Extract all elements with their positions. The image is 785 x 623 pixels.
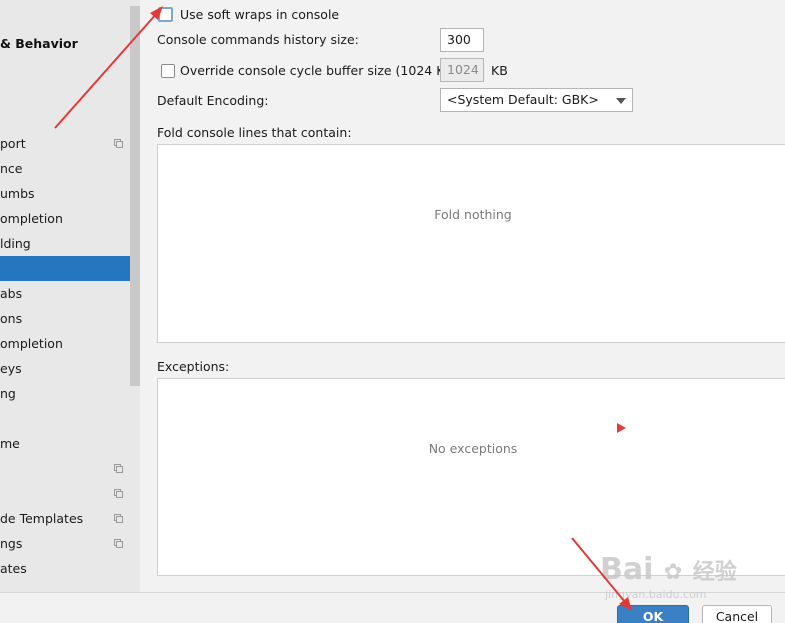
override-buffer-label[interactable]: Override console cycle buffer size (1024… [180,63,458,78]
sidebar-item[interactable]: ons [0,306,140,331]
soft-wraps-checkbox[interactable] [158,7,173,22]
fold-label: Fold console lines that contain: [157,125,352,140]
settings-sidebar: & Behavior port nce umbs ompletion lding abs o… [0,0,140,592]
sidebar-item-label: ompletion [0,336,63,351]
watermark-brand-text: Bai [600,552,654,587]
sidebar-item-label: abs [0,286,23,301]
sidebar-item[interactable]: ompletion [0,206,140,231]
sidebar-item[interactable]: me [0,431,140,456]
sidebar-item-label: lding [0,236,31,251]
sidebar-item[interactable]: lding [0,231,140,256]
watermark-brand2-text: 经验 [692,560,737,585]
sidebar-item-label: de Templates [0,511,84,526]
copy-icon [114,139,123,148]
paw-icon: ✿ [663,560,683,585]
sidebar-item-label: nce [0,161,23,176]
buffer-unit-label: KB [491,63,508,78]
exceptions-empty-text: No exceptions [428,441,518,456]
sidebar-item[interactable]: de Templates [0,506,140,531]
fold-list-panel[interactable]: Fold nothing [157,144,785,343]
sidebar-item[interactable]: ompletion [0,331,140,356]
watermark-url: jingyan.baidu.com [605,588,707,601]
copy-icon [114,514,123,523]
cancel-button[interactable]: Cancel [702,605,772,623]
fold-empty-text: Fold nothing [434,207,512,222]
sidebar-scrollbar[interactable] [130,6,140,386]
copy-icon [114,464,123,473]
copy-icon [114,539,123,548]
sidebar-item-label: ates [0,561,27,576]
history-size-label: Console commands history size: [157,32,359,47]
sidebar-item[interactable]: nce [0,156,140,181]
encoding-label: Default Encoding: [157,93,269,108]
encoding-value: <System Default: GBK> [447,92,599,107]
sidebar-item[interactable]: abs [0,281,140,306]
sidebar-item[interactable]: eys [0,356,140,381]
sidebar-item[interactable]: ates [0,556,140,581]
sidebar-item[interactable]: ng [0,381,140,406]
sidebar-item-label: ons [0,311,23,326]
exceptions-label: Exceptions: [157,359,230,374]
sidebar-item-label: umbs [0,186,35,201]
copy-icon [114,489,123,498]
sidebar-item-label: port [0,136,26,151]
sidebar-item-label: eys [0,361,22,376]
sidebar-item[interactable]: umbs [0,181,140,206]
sidebar-item-label: ngs [0,536,23,551]
ok-button[interactable]: OK [617,605,689,623]
override-buffer-checkbox[interactable] [161,64,175,78]
chevron-down-icon [616,98,626,104]
encoding-select[interactable]: <System Default: GBK> [440,88,633,112]
sidebar-item[interactable] [0,456,140,481]
soft-wraps-label[interactable]: Use soft wraps in console [180,7,339,22]
sidebar-item-label: ompletion [0,211,63,226]
sidebar-item[interactable] [0,481,140,506]
buffer-size-input[interactable]: 1024 [440,58,484,82]
history-size-input[interactable]: 300 [440,28,484,52]
sidebar-item-label: ng [0,386,16,401]
watermark-brand: Bai ✿ 经验 [600,552,737,587]
sidebar-item[interactable]: port [0,131,140,156]
sidebar-section-title: & Behavior [0,36,78,51]
exceptions-list-panel[interactable]: No exceptions [157,378,785,576]
sidebar-item[interactable]: ngs [0,531,140,556]
sidebar-item-label: me [0,436,20,451]
sidebar-item[interactable] [0,256,140,281]
sidebar-item[interactable] [0,406,140,431]
